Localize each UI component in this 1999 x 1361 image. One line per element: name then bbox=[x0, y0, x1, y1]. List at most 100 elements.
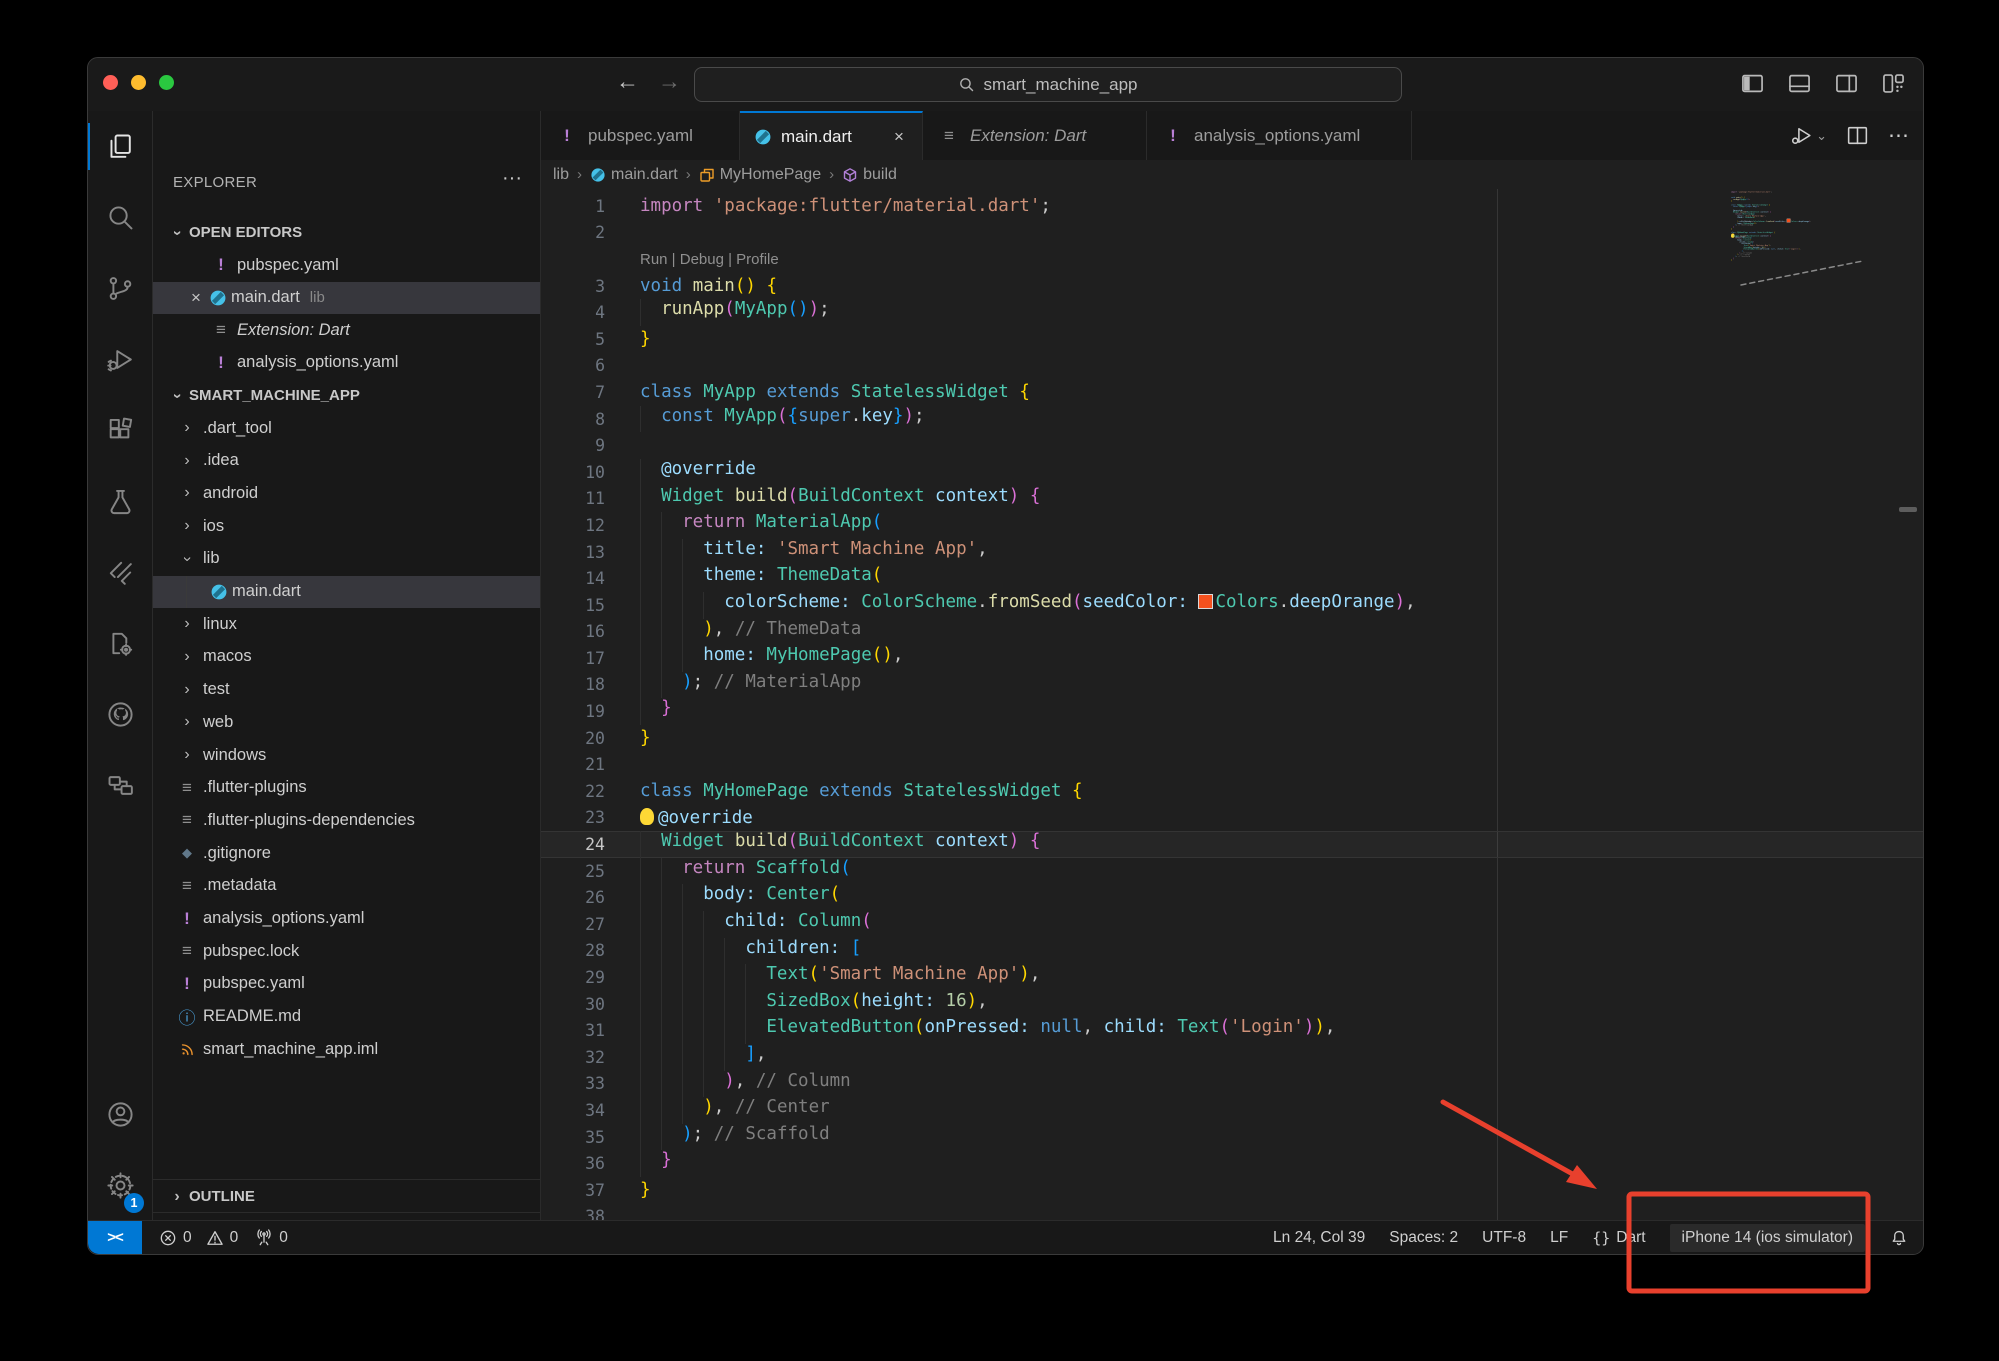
code-line-7[interactable]: 7class MyApp extends StatelessWidget { bbox=[541, 379, 1923, 406]
tree-file-README.md[interactable]: ⓘREADME.md bbox=[153, 1001, 540, 1033]
code-line-27[interactable]: 27 child: Column( bbox=[541, 911, 1923, 938]
code-line-28[interactable]: 28 children: [ bbox=[541, 938, 1923, 965]
code-line-23[interactable]: 23@override bbox=[541, 805, 1923, 832]
tree-file-.flutter-plugins-dependencies[interactable]: ≡.flutter-plugins-dependencies bbox=[153, 804, 540, 836]
code-line-5[interactable]: 5} bbox=[541, 326, 1923, 353]
code-line-32[interactable]: 32 ], bbox=[541, 1044, 1923, 1071]
tree-folder-lib[interactable]: ›lib bbox=[153, 543, 540, 575]
tree-folder-.idea[interactable]: ›.idea bbox=[153, 445, 540, 477]
code-line-26[interactable]: 26 body: Center( bbox=[541, 884, 1923, 911]
split-editor-icon[interactable] bbox=[1845, 123, 1870, 148]
breadcrumb-item-myhomepage[interactable]: MyHomePage bbox=[699, 166, 821, 184]
code-line-24[interactable]: 24 Widget build(BuildContext context) { bbox=[541, 831, 1923, 858]
toggle-panel-icon[interactable] bbox=[1786, 70, 1813, 97]
testing-icon[interactable] bbox=[88, 466, 152, 537]
code-line-35[interactable]: 35 ); // Scaffold bbox=[541, 1124, 1923, 1151]
minimize-window-button[interactable] bbox=[131, 75, 146, 90]
code-line-9[interactable]: 9 bbox=[541, 432, 1923, 459]
open-editor-item[interactable]: !pubspec.yaml bbox=[153, 249, 540, 281]
github-icon[interactable] bbox=[88, 679, 152, 750]
code-line-8[interactable]: 8 const MyApp({super.key}); bbox=[541, 406, 1923, 433]
tab-analysis-options-yaml[interactable]: !analysis_options.yaml bbox=[1147, 111, 1412, 160]
account-icon[interactable] bbox=[88, 1079, 152, 1150]
section-header-outline[interactable]: ›OUTLINE bbox=[153, 1180, 540, 1213]
code-line-16[interactable]: 16 ), // ThemeData bbox=[541, 619, 1923, 646]
open-editor-item[interactable]: ≡Extension: Dart bbox=[153, 314, 540, 346]
tree-folder-windows[interactable]: ›windows bbox=[153, 739, 540, 771]
close-icon[interactable]: × bbox=[890, 127, 908, 147]
code-line-38[interactable]: 38 bbox=[541, 1204, 1923, 1221]
tree-file-smart_machine_app.iml[interactable]: smart_machine_app.iml bbox=[153, 1033, 540, 1065]
code-line-10[interactable]: 10 @override bbox=[541, 459, 1923, 486]
code-line-4[interactable]: 4 runApp(MyApp()); bbox=[541, 299, 1923, 326]
tab-pubspec-yaml[interactable]: !pubspec.yaml bbox=[541, 111, 740, 160]
tree-file-.gitignore[interactable]: ◆.gitignore bbox=[153, 837, 540, 869]
code-line-19[interactable]: 19 } bbox=[541, 698, 1923, 725]
status-device-selector[interactable]: iPhone 14 (ios simulator) bbox=[1670, 1224, 1865, 1252]
extensions-icon[interactable] bbox=[88, 395, 152, 466]
code-line-18[interactable]: 18 ); // MaterialApp bbox=[541, 672, 1923, 699]
flutter-icon[interactable] bbox=[88, 537, 152, 608]
codelens-actions[interactable]: Run | Debug | Profile bbox=[627, 251, 779, 268]
history-back-icon[interactable]: ← bbox=[616, 68, 639, 95]
files-icon[interactable] bbox=[88, 111, 152, 182]
code-line-11[interactable]: 11 Widget build(BuildContext context) { bbox=[541, 486, 1923, 513]
tree-folder-.dart_tool[interactable]: ›.dart_tool bbox=[153, 412, 540, 444]
project-file-icon[interactable] bbox=[88, 608, 152, 679]
tree-folder-linux[interactable]: ›linux bbox=[153, 608, 540, 640]
status-item[interactable]: Spaces: 2 bbox=[1389, 1229, 1458, 1247]
breadcrumb-item-lib[interactable]: lib bbox=[553, 166, 569, 184]
code-line-20[interactable]: 20} bbox=[541, 725, 1923, 752]
breadcrumb-item-main.dart[interactable]: main.dart bbox=[590, 166, 678, 184]
breadcrumb-item-build[interactable]: build bbox=[842, 166, 897, 184]
status-item[interactable]: Ln 24, Col 39 bbox=[1273, 1229, 1365, 1247]
status-item[interactable]: LF bbox=[1550, 1229, 1568, 1247]
code-line-3[interactable]: 3void main() { bbox=[541, 273, 1923, 300]
codelens-row[interactable]: Run | Debug | Profile bbox=[541, 246, 1923, 273]
ports-status[interactable]: 0 bbox=[254, 1228, 288, 1248]
code-line-17[interactable]: 17 home: MyHomePage(), bbox=[541, 645, 1923, 672]
code-line-12[interactable]: 12 return MaterialApp( bbox=[541, 512, 1923, 539]
code-line-15[interactable]: 15 colorScheme: ColorScheme.fromSeed(see… bbox=[541, 592, 1923, 619]
code-line-13[interactable]: 13 title: 'Smart Machine App', bbox=[541, 539, 1923, 566]
toggle-secondary-sidebar-icon[interactable] bbox=[1833, 70, 1860, 97]
status-item[interactable]: {}Dart bbox=[1592, 1229, 1645, 1247]
close-window-button[interactable] bbox=[103, 75, 118, 90]
notifications-bell-icon[interactable] bbox=[1889, 1228, 1909, 1248]
toggle-primary-sidebar-icon[interactable] bbox=[1739, 70, 1766, 97]
breadcrumb[interactable]: lib›main.dart›MyHomePage›build bbox=[541, 160, 1923, 189]
tree-file-pubspec.lock[interactable]: ≡pubspec.lock bbox=[153, 935, 540, 967]
tree-folder-ios[interactable]: ›ios bbox=[153, 510, 540, 542]
remote-windows-icon[interactable] bbox=[88, 750, 152, 821]
customize-layout-icon[interactable] bbox=[1880, 70, 1907, 97]
code-line-21[interactable]: 21 bbox=[541, 751, 1923, 778]
more-actions-icon[interactable]: ··· bbox=[502, 167, 522, 190]
code-line-33[interactable]: 33 ), // Column bbox=[541, 1071, 1923, 1098]
code-line-31[interactable]: 31 ElevatedButton(onPressed: null, child… bbox=[541, 1017, 1923, 1044]
code-line-30[interactable]: 30 SizedBox(height: 16), bbox=[541, 991, 1923, 1018]
tab-extension-dart[interactable]: ≡Extension: Dart bbox=[923, 111, 1147, 160]
open-editors-header[interactable]: › OPEN EDITORS bbox=[153, 216, 540, 249]
code-line-22[interactable]: 22class MyHomePage extends StatelessWidg… bbox=[541, 778, 1923, 805]
tab-main-dart[interactable]: main.dart× bbox=[740, 111, 923, 160]
status-item[interactable]: UTF-8 bbox=[1482, 1229, 1526, 1247]
project-root-header[interactable]: › SMART_MACHINE_APP bbox=[153, 379, 540, 412]
code-line-1[interactable]: 1import 'package:flutter/material.dart'; bbox=[541, 193, 1923, 220]
minimap[interactable]: import 'package:flutter/material.dart';v… bbox=[1731, 191, 1923, 311]
run-or-debug-icon[interactable]: ⌄ bbox=[1789, 123, 1827, 148]
close-icon[interactable]: × bbox=[183, 288, 209, 308]
settings-icon[interactable]: 1 bbox=[88, 1150, 152, 1221]
code-line-29[interactable]: 29 Text('Smart Machine App'), bbox=[541, 964, 1923, 991]
tree-folder-test[interactable]: ›test bbox=[153, 674, 540, 706]
tree-file-.metadata[interactable]: ≡.metadata bbox=[153, 870, 540, 902]
tree-file-analysis_options.yaml[interactable]: !analysis_options.yaml bbox=[153, 903, 540, 935]
problems-status[interactable]: 0 0 bbox=[158, 1228, 238, 1248]
open-editor-item[interactable]: ×main.dartlib bbox=[153, 282, 540, 314]
code-line-14[interactable]: 14 theme: ThemeData( bbox=[541, 565, 1923, 592]
code-editor[interactable]: 1import 'package:flutter/material.dart';… bbox=[541, 189, 1923, 1221]
tree-folder-macos[interactable]: ›macos bbox=[153, 641, 540, 673]
search-input[interactable]: smart_machine_app bbox=[694, 67, 1402, 102]
code-line-25[interactable]: 25 return Scaffold( bbox=[541, 858, 1923, 885]
tree-folder-web[interactable]: ›web bbox=[153, 706, 540, 738]
run-debug-icon[interactable] bbox=[88, 324, 152, 395]
